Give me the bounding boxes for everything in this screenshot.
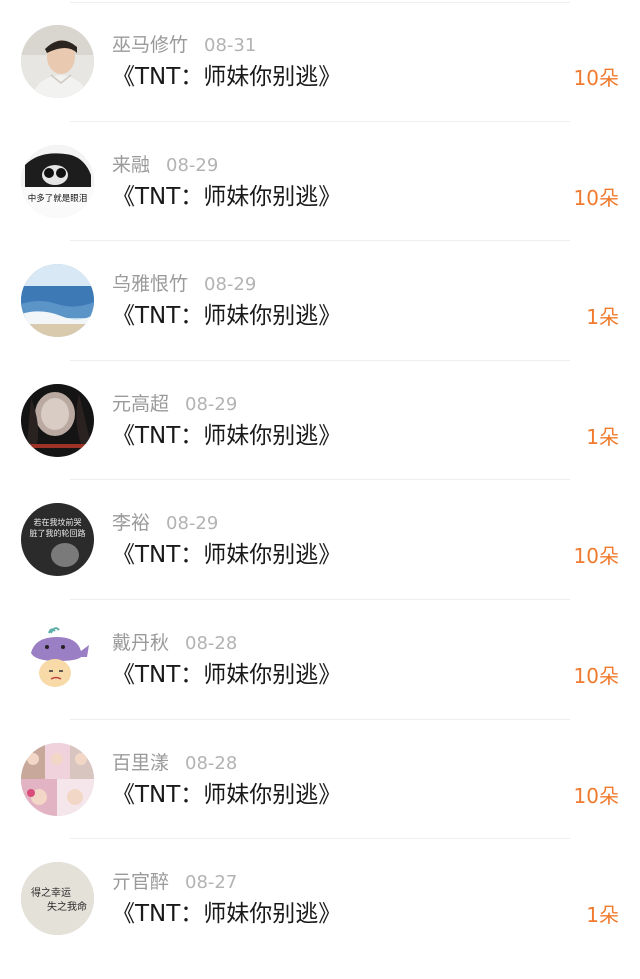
flower-count: 1朵 [586,424,619,449]
young-man-photo-icon [21,25,94,98]
book-title[interactable]: 《TNT：师妹你别逃》 [112,421,341,451]
avatar-caption-line-2: 脏了我的轮回路 [30,528,86,538]
record-meta: 乌雅恨竹 08-29 [112,272,256,297]
book-title[interactable]: 《TNT：师妹你别逃》 [112,301,341,331]
record-meta: 戴丹秋 08-28 [112,631,237,656]
user-name: 李裕 [112,512,151,535]
record-meta: 亓官醉 08-27 [112,870,237,895]
dark-face-photo-icon [21,383,94,457]
record-meta: 巫马修竹 08-31 [112,33,256,58]
avatar-caption-line-1: 若在我坟前哭 [34,517,82,527]
flower-count: 10朵 [573,185,619,210]
user-name: 戴丹秋 [112,631,170,654]
record-date: 08-27 [185,872,238,894]
avatar[interactable] [21,25,94,98]
record-date: 08-29 [166,513,219,535]
list-item[interactable]: 巫马修竹 08-31 《TNT：师妹你别逃》 10朵 [0,2,640,122]
gift-record-list: 巫马修竹 08-31 《TNT：师妹你别逃》 10朵 中多了就是眼泪 来融 08-2… [0,2,640,959]
list-item[interactable]: 乌雅恨竹 08-29 《TNT：师妹你别逃》 1朵 [0,241,640,361]
avatar-caption-line-2: 失之我命 [47,900,87,913]
record-meta: 李裕 08-29 [112,511,218,536]
list-item[interactable]: 元高超 08-29 《TNT：师妹你别逃》 1朵 [0,361,640,481]
avatar[interactable] [21,383,94,457]
list-item[interactable]: 百里漾 08-28 《TNT：师妹你别逃》 10朵 [0,720,640,840]
book-title[interactable]: 《TNT：师妹你别逃》 [112,62,341,92]
avatar[interactable]: 得之幸运 失之我命 [21,862,94,936]
record-meta: 元高超 08-29 [112,392,237,417]
user-name: 乌雅恨竹 [112,273,189,296]
record-date: 08-28 [185,752,238,774]
user-name: 巫马修竹 [112,34,189,56]
record-date: 08-31 [204,35,257,56]
book-title[interactable]: 《TNT：师妹你别逃》 [112,899,341,929]
book-title[interactable]: 《TNT：师妹你别逃》 [112,780,341,810]
avatar-caption: 中多了就是眼泪 [28,193,88,204]
list-item[interactable]: 中多了就是眼泪 来融 08-29 《TNT：师妹你别逃》 10朵 [0,122,640,242]
book-title[interactable]: 《TNT：师妹你别逃》 [112,660,341,690]
cartoon-whale-icon [21,622,94,696]
book-title[interactable]: 《TNT：师妹你别逃》 [112,182,341,212]
flower-count: 10朵 [573,544,619,569]
user-name: 来融 [112,153,151,176]
avatar[interactable]: 中多了就是眼泪 [21,144,94,218]
user-name: 百里漾 [112,751,170,774]
dark-text-photo-icon: 若在我坟前哭 脏了我的轮回路 [21,503,94,577]
sea-waves-icon [21,264,94,338]
avatar[interactable]: 若在我坟前哭 脏了我的轮回路 [21,503,94,577]
calligraphy-icon: 得之幸运 失之我命 [21,862,94,936]
flower-count: 10朵 [573,663,619,688]
avatar-caption-line-1: 得之幸运 [31,886,71,899]
record-date: 08-29 [185,393,238,415]
user-name: 元高超 [112,392,170,415]
record-meta: 百里漾 08-28 [112,751,237,776]
avatar[interactable] [21,622,94,696]
list-item[interactable]: 得之幸运 失之我命 亓官醉 08-27 《TNT：师妹你别逃》 1朵 [0,839,640,959]
flower-count: 10朵 [573,783,619,808]
flower-count: 1朵 [586,305,619,330]
record-date: 08-29 [166,154,219,176]
flower-count: 1朵 [586,903,619,928]
record-date: 08-28 [185,632,238,654]
list-item[interactable]: 戴丹秋 08-28 《TNT：师妹你别逃》 10朵 [0,600,640,720]
user-name: 亓官醉 [112,871,170,894]
flower-count: 10朵 [573,66,619,90]
record-meta: 来融 08-29 [112,153,218,178]
list-item[interactable]: 若在我坟前哭 脏了我的轮回路 李裕 08-29 《TNT：师妹你别逃》 10朵 [0,480,640,600]
bw-portrait-icon: 中多了就是眼泪 [21,144,94,218]
book-title[interactable]: 《TNT：师妹你别逃》 [112,540,341,570]
record-date: 08-29 [204,274,257,296]
avatar[interactable] [21,264,94,338]
avatar[interactable] [21,742,94,816]
collage-photo-icon [21,742,94,816]
